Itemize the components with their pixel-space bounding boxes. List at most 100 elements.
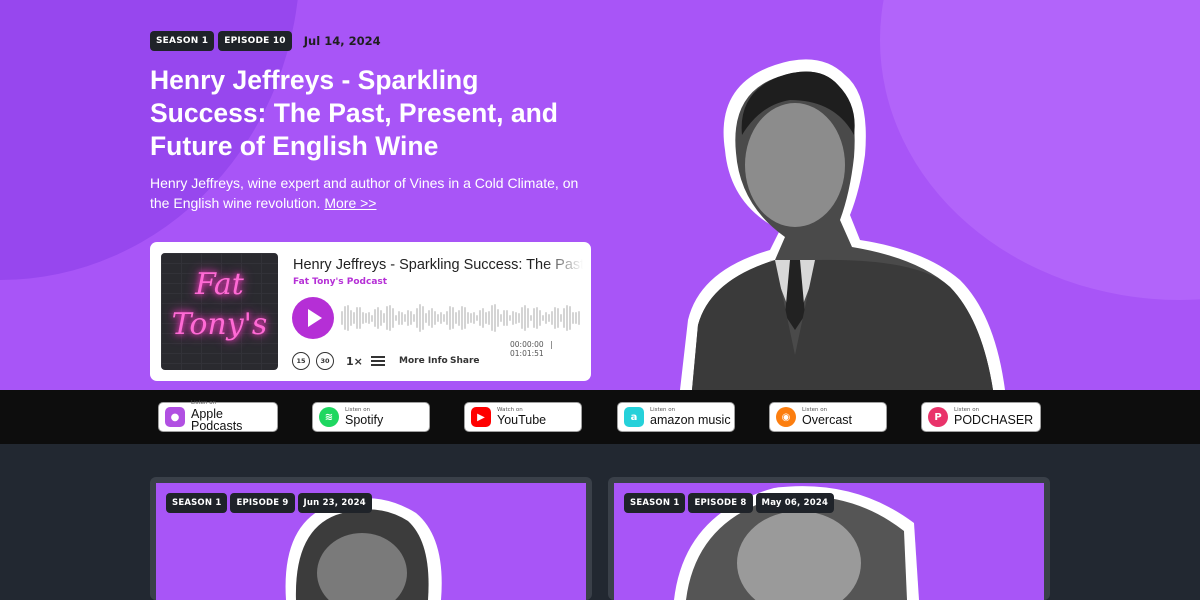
waveform-bar (518, 313, 520, 323)
more-link[interactable]: More >> (324, 195, 376, 211)
platform-link-0[interactable]: ● Listen on Apple Podcasts (158, 401, 278, 433)
episode-card[interactable]: SEASON 1 EPISODE 9 Jun 23, 2024 (150, 477, 592, 600)
more-info-button[interactable]: More Info (399, 349, 448, 373)
platform-label: Listen on amazon music (650, 407, 731, 427)
waveform-bar (374, 309, 376, 327)
waveform-bar (440, 311, 442, 325)
waveform-bar (512, 311, 514, 325)
waveform-bar (362, 311, 364, 325)
platform-link-3[interactable]: a Listen on amazon music (617, 402, 735, 432)
waveform-bar (455, 312, 457, 324)
waveform-bar (350, 310, 352, 326)
platform-link-5[interactable]: P Listen on PODCHASER (921, 402, 1041, 432)
player-podcast-name[interactable]: Fat Tony's Podcast (293, 277, 387, 287)
waveform-bar (566, 304, 568, 332)
total-time: 01:01:51 (510, 349, 544, 358)
waveform-bar (575, 312, 577, 324)
waveform-bar (521, 307, 523, 329)
waveform-bar (431, 307, 433, 329)
platform-label: Listen on Overcast (802, 407, 853, 427)
waveform-bar (458, 310, 460, 326)
waveform-bar (503, 309, 505, 327)
waveform-bar (395, 314, 397, 322)
waveform-bar (419, 304, 421, 332)
waveform-bar (509, 314, 511, 322)
waveform-bar (500, 314, 502, 322)
platform-label: Listen on Apple Podcasts (191, 401, 277, 433)
apple-podcasts-icon: ● (165, 407, 185, 427)
episode-description: Henry Jeffreys, wine expert and author o… (150, 173, 600, 213)
waveform-bar (383, 312, 385, 324)
waveform-bar (380, 310, 382, 326)
waveform-bar (434, 310, 436, 326)
waveform-bar (410, 310, 412, 326)
skip-forward-button[interactable]: 30 (316, 349, 334, 373)
platform-name: Apple Podcasts (191, 406, 243, 434)
waveform-bar (536, 306, 538, 330)
waveform-bar (347, 305, 349, 331)
waveform-bar (413, 314, 415, 322)
waveform-bar (482, 308, 484, 328)
playlist-button[interactable] (371, 349, 385, 373)
waveform-bar (443, 313, 445, 323)
skip-back-button[interactable]: 15 (292, 349, 310, 373)
waveform-bar (524, 304, 526, 332)
play-icon (308, 309, 322, 327)
waveform-bar (515, 311, 517, 325)
episode-title: Henry Jeffreys - Sparkling Success: The … (150, 65, 558, 161)
cover-neon-text: Fat Tony's (171, 267, 268, 342)
playlist-icon (371, 356, 385, 366)
speed-button[interactable]: 1× (346, 349, 363, 373)
platform-name: Overcast (802, 413, 853, 427)
platform-label: Listen on PODCHASER (954, 407, 1033, 427)
season-badge: SEASON 1 (624, 493, 686, 513)
youtube-icon: ▶ (471, 407, 491, 427)
waveform-bar (464, 306, 466, 330)
audio-player: Fat Tony's Henry Jeffreys - Sparkling Su… (150, 242, 591, 381)
waveform-bar (554, 307, 556, 329)
waveform-bar (356, 307, 358, 329)
waveform-bar (467, 311, 469, 325)
waveform-bar (539, 309, 541, 327)
platform-link-2[interactable]: ▶ Watch on YouTube (464, 402, 582, 432)
waveform-bar (344, 305, 346, 331)
podchaser-icon: P (928, 407, 948, 427)
waveform-bar (371, 314, 373, 322)
guest-photo (680, 59, 1005, 390)
platform-link-4[interactable]: ◉ Listen on Overcast (769, 402, 887, 432)
waveform-bar (506, 310, 508, 326)
rewind-15-icon: 15 (292, 352, 310, 370)
spotify-icon: ≋ (319, 407, 339, 427)
waveform-bar (389, 304, 391, 332)
waveform-bar (578, 310, 580, 326)
waveform-scrubber[interactable] (341, 302, 581, 334)
waveform-bar (437, 314, 439, 322)
waveform-bar (494, 304, 496, 332)
episode-card[interactable]: SEASON 1 EPISODE 8 May 06, 2024 (608, 477, 1050, 600)
waveform-bar (425, 313, 427, 323)
episode-badge: EPISODE 8 (688, 493, 753, 513)
share-button[interactable]: Share (450, 349, 480, 373)
waveform-bar (527, 307, 529, 329)
waveform-bar (548, 314, 550, 322)
waveform-bar (533, 308, 535, 328)
waveform-bar (461, 305, 463, 331)
season-badge: SEASON 1 (150, 31, 215, 51)
platform-label: Watch on YouTube (497, 407, 546, 427)
waveform-bar (386, 306, 388, 330)
waveform-bar (377, 307, 379, 329)
episode-badge: EPISODE 9 (230, 493, 295, 513)
play-button[interactable] (292, 297, 334, 339)
waveform-bar (428, 310, 430, 326)
platform-name: Spotify (345, 413, 384, 427)
amazon-music-icon: a (624, 407, 644, 427)
platform-link-1[interactable]: ≋ Listen on Spotify (312, 402, 430, 432)
waveform-bar (470, 313, 472, 323)
waveform-bar (563, 308, 565, 328)
hero-section: SEASON 1 EPISODE 10 Jul 14, 2024 Henry J… (0, 0, 1200, 390)
platform-label: Listen on Spotify (345, 407, 384, 427)
platform-links-bar: ● Listen on Apple Podcasts ≋ Listen on Spotif… (0, 390, 1200, 444)
waveform-bar (368, 312, 370, 324)
current-time: 00:00:00 (510, 340, 544, 349)
waveform-bar (497, 309, 499, 327)
